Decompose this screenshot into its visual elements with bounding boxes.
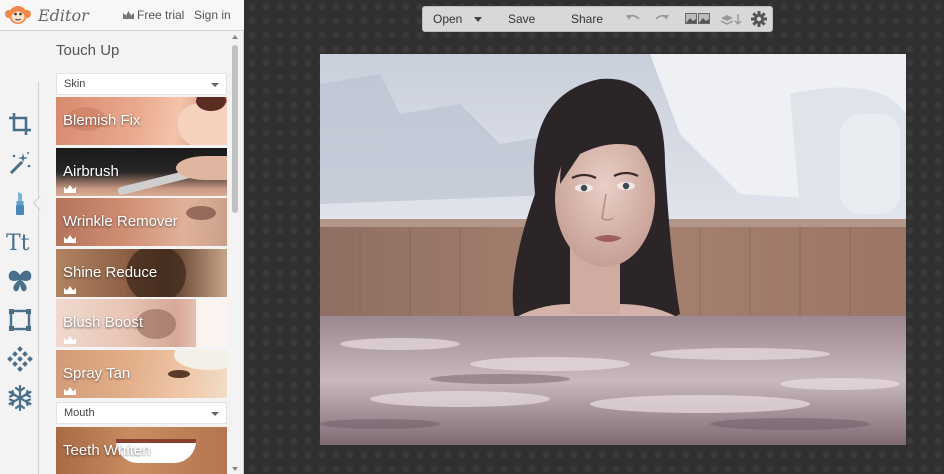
gear-icon <box>751 11 767 27</box>
premium-crown-icon <box>64 286 76 294</box>
touch-up-tool[interactable] <box>5 188 35 218</box>
compare-icon <box>685 13 710 24</box>
effect-label: Wrinkle Remover <box>63 213 178 230</box>
layers-button[interactable] <box>720 11 742 27</box>
premium-crown-icon <box>64 185 76 193</box>
effect-blush-boost[interactable]: Blush Boost <box>56 299 227 347</box>
app-title: Editor <box>38 6 89 25</box>
sign-in-link[interactable]: Sign in <box>194 8 231 22</box>
effect-label: Blemish Fix <box>63 112 141 129</box>
crop-icon <box>9 113 31 135</box>
section-title: Touch Up <box>56 42 120 59</box>
effect-airbrush[interactable]: Airbrush <box>56 148 227 196</box>
monkey-logo-icon[interactable] <box>5 4 31 26</box>
premium-crown-icon <box>64 336 76 344</box>
free-trial-link[interactable]: Free trial <box>123 8 184 22</box>
undo-button[interactable] <box>624 11 642 27</box>
skin-dropdown-label: Skin <box>64 78 86 90</box>
seasonal-tool[interactable] <box>5 383 35 413</box>
settings-button[interactable] <box>750 11 768 27</box>
effect-label: Blush Boost <box>63 314 144 331</box>
lipstick-icon <box>16 192 24 215</box>
chevron-down-icon <box>211 83 219 87</box>
open-button[interactable]: Open <box>433 7 462 31</box>
frame-icon <box>9 309 31 331</box>
svg-text:Tt: Tt <box>6 231 30 254</box>
layers-icon <box>720 14 742 26</box>
text-tool[interactable]: Tt <box>5 227 35 257</box>
chevron-down-icon <box>211 412 219 416</box>
redo-icon <box>655 14 669 20</box>
magic-wand-icon <box>9 152 31 175</box>
effect-shine-reduce[interactable]: Shine Reduce <box>56 249 227 297</box>
overlays-tool[interactable] <box>5 266 35 296</box>
text-icon: Tt <box>6 231 30 254</box>
mouth-dropdown-label: Mouth <box>64 407 95 419</box>
effect-wrinkle-remover[interactable]: Wrinkle Remover <box>56 198 227 246</box>
effect-spray-tan[interactable]: Spray Tan <box>56 350 227 398</box>
premium-crown-icon <box>64 235 76 243</box>
compare-button[interactable] <box>685 11 711 27</box>
tool-divider <box>38 82 39 474</box>
snowflake-icon <box>8 385 32 411</box>
save-button[interactable]: Save <box>508 7 535 31</box>
edited-photo <box>320 54 906 445</box>
top-bar: Editor Free trial Sign in <box>0 0 244 31</box>
crop-tool[interactable] <box>5 109 35 139</box>
butterfly-icon <box>8 270 32 292</box>
premium-crown-icon <box>64 387 76 395</box>
edit-tool[interactable] <box>5 148 35 178</box>
crown-icon <box>123 11 134 19</box>
side-panel: Editor Free trial Sign in Tt Touch Up Sk… <box>0 0 244 474</box>
share-button[interactable]: Share <box>571 7 603 31</box>
photo-canvas[interactable] <box>320 54 906 445</box>
effect-teeth-whiten[interactable]: Teeth Whiten <box>56 427 227 474</box>
mouth-dropdown[interactable]: Mouth <box>56 402 227 424</box>
effect-label: Airbrush <box>63 163 119 180</box>
scroll-down-icon[interactable] <box>232 467 238 471</box>
scroll-up-icon[interactable] <box>232 35 238 39</box>
textures-tool[interactable] <box>5 344 35 374</box>
frames-tool[interactable] <box>5 305 35 335</box>
effect-label: Teeth Whiten <box>63 442 151 459</box>
chevron-down-icon[interactable] <box>474 17 482 22</box>
effect-blemish-fix[interactable]: Blemish Fix <box>56 97 227 145</box>
undo-icon <box>626 14 640 20</box>
skin-dropdown[interactable]: Skin <box>56 73 227 95</box>
free-trial-label: Free trial <box>137 8 185 22</box>
effect-label: Shine Reduce <box>63 264 158 281</box>
editor-toolbar: Open Save Share <box>422 6 773 32</box>
panel-scrollbar[interactable] <box>231 33 240 474</box>
texture-icon <box>7 346 33 372</box>
effect-label: Spray Tan <box>63 365 131 382</box>
scroll-thumb[interactable] <box>232 45 238 213</box>
redo-button[interactable] <box>653 11 671 27</box>
tool-column: Tt <box>0 31 40 474</box>
